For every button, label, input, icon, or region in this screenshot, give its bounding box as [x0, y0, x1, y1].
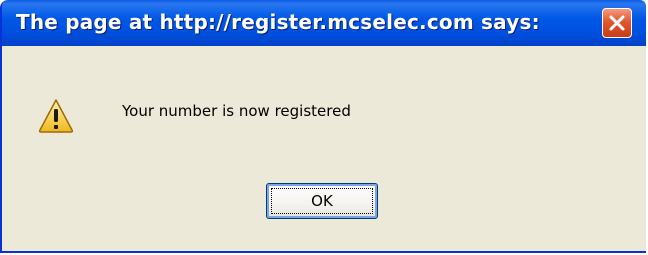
ok-button[interactable]: OK: [266, 183, 378, 219]
close-button[interactable]: [602, 8, 632, 38]
dialog-title: The page at http://register.mcselec.com …: [16, 10, 540, 34]
dialog-body: Your number is now registered OK: [2, 46, 646, 251]
close-icon: [609, 15, 625, 31]
dialog-message: Your number is now registered: [122, 102, 351, 120]
alert-dialog: The page at http://register.mcselec.com …: [0, 0, 646, 253]
ok-button-label: OK: [311, 192, 333, 210]
warning-icon: [38, 99, 74, 133]
dialog-titlebar[interactable]: The page at http://register.mcselec.com …: [2, 0, 646, 46]
